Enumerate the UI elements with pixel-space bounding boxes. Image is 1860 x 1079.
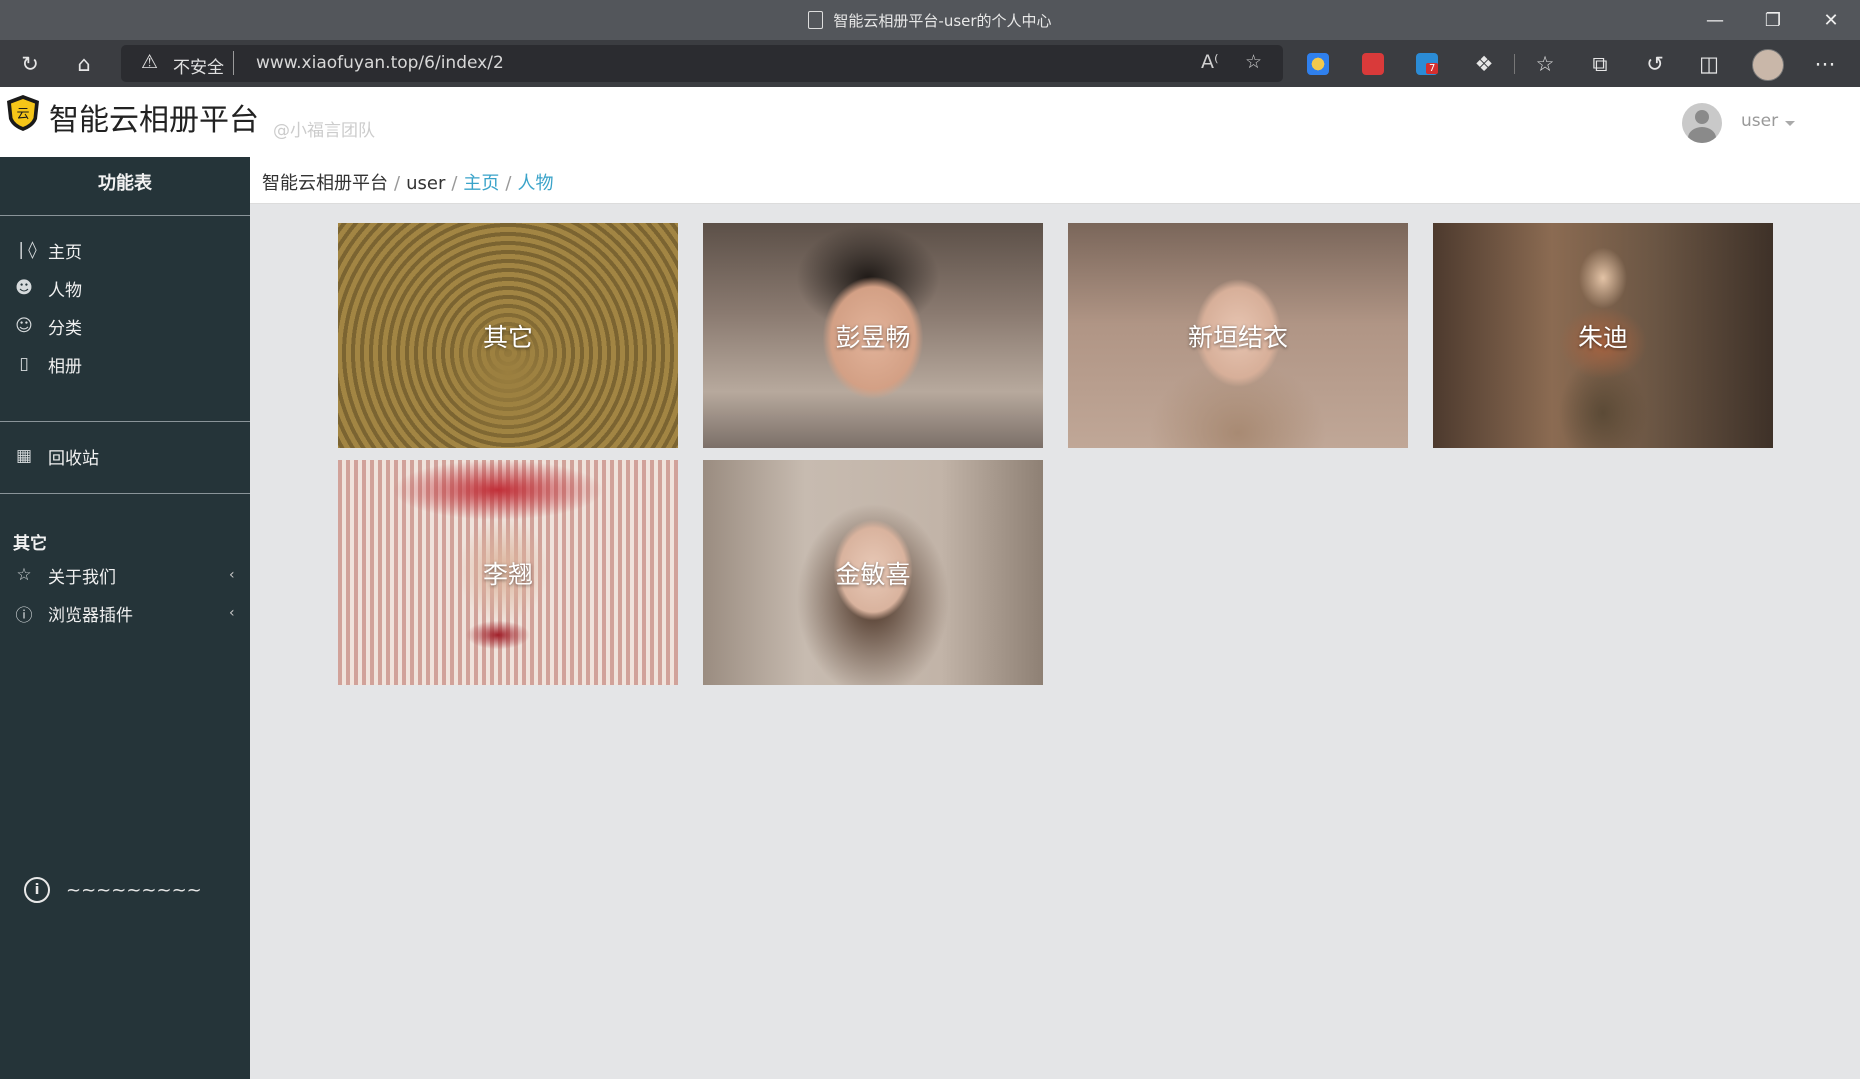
- browser-title-bar: 智能云相册平台-user的个人中心 — ❐ ✕: [0, 0, 1860, 40]
- brand-name[interactable]: 智能云相册平台: [49, 95, 259, 139]
- breadcrumb: 智能云相册平台 / user / 主页 / 人物: [262, 169, 554, 195]
- person-card-label: 新垣结衣: [1187, 323, 1288, 352]
- warning-icon: ⚠: [141, 51, 159, 73]
- sidebar-item-album[interactable]: ▯ 相册: [14, 349, 82, 379]
- extension-icon-2[interactable]: [1362, 53, 1384, 75]
- security-label[interactable]: 不安全: [173, 53, 224, 78]
- tag-icon: ❘◊: [14, 240, 37, 260]
- breadcrumb-link-people[interactable]: 人物: [518, 173, 554, 194]
- breadcrumb-separator: /: [451, 173, 458, 194]
- person-card[interactable]: 金敏喜: [703, 460, 1043, 685]
- breadcrumb-bar: 智能云相册平台 / user / 主页 / 人物: [250, 157, 1860, 204]
- album-icon: ▯: [19, 354, 29, 374]
- restore-button[interactable]: ❐: [1748, 6, 1798, 34]
- address-bar[interactable]: ⚠ 不安全 www.xiaofuyan.top/6/index/2 A⁽ ☆: [121, 45, 1283, 82]
- breadcrumb-item: user: [406, 173, 446, 194]
- address-separator: [233, 51, 234, 75]
- star-icon: ☆: [16, 565, 32, 585]
- sidebar-item-label: 浏览器插件: [48, 605, 133, 626]
- extension-icon-1[interactable]: [1307, 53, 1329, 75]
- profile-avatar[interactable]: [1752, 49, 1784, 81]
- sidebar-section-other: 其它: [13, 534, 47, 554]
- person-card-label: 其它: [482, 323, 533, 352]
- sidebar-item-people[interactable]: ☻ 人物: [14, 273, 82, 303]
- breadcrumb-separator: /: [505, 173, 512, 194]
- person-card-label: 彭昱畅: [835, 323, 911, 352]
- info-circle-icon: i: [24, 877, 50, 903]
- person-card[interactable]: 彭昱畅: [703, 223, 1043, 448]
- extensions-icon[interactable]: ❖: [1469, 49, 1499, 79]
- person-card[interactable]: 李翘: [338, 460, 678, 685]
- sidebar-divider: [0, 421, 250, 422]
- sidebar-item-label: 分类: [48, 318, 82, 339]
- tab-title: 智能云相册平台-user的个人中心: [0, 10, 1860, 31]
- smile-icon: ☺: [15, 316, 33, 336]
- sidebar-item-label: 回收站: [48, 448, 99, 469]
- sidebar-item-label: 关于我们: [48, 567, 116, 588]
- add-favorite-icon[interactable]: ☆: [1245, 51, 1262, 73]
- recycle-icon: ▦: [15, 446, 33, 466]
- extension-icon-3[interactable]: 7: [1416, 53, 1439, 75]
- breadcrumb-link-home[interactable]: 主页: [463, 173, 499, 194]
- url-text[interactable]: www.xiaofuyan.top/6/index/2: [256, 53, 504, 73]
- user-icon: ☻: [15, 278, 33, 298]
- sidebar-footer-text: ~~~~~~~~~: [66, 879, 202, 901]
- user-avatar[interactable]: [1682, 103, 1722, 143]
- person-card-label: 李翘: [482, 560, 533, 589]
- history-icon[interactable]: ↺: [1640, 49, 1670, 79]
- person-card[interactable]: 新垣结衣: [1068, 223, 1408, 448]
- chevron-left-icon: ‹: [229, 605, 235, 621]
- info-icon: ⓘ: [15, 605, 33, 626]
- sidebar-item-label: 相册: [48, 356, 82, 377]
- page-header: 云 智能云相册平台 @小福言团队 user: [0, 87, 1860, 158]
- home-icon[interactable]: ⌂: [69, 49, 99, 79]
- toolbar-separator: [1514, 54, 1515, 74]
- minimize-button[interactable]: —: [1690, 6, 1740, 34]
- sidebar-item-label: 人物: [48, 280, 82, 301]
- team-label: @小福言团队: [273, 121, 375, 141]
- browser-toolbar: ↻ ⌂ ⚠ 不安全 www.xiaofuyan.top/6/index/2 A⁽…: [0, 40, 1860, 87]
- refresh-icon[interactable]: ↻: [15, 49, 45, 79]
- document-icon: [808, 11, 824, 29]
- sidebar-item-label: 主页: [48, 242, 82, 263]
- person-card-label: 金敏喜: [835, 560, 911, 589]
- extension-badge: 7: [1426, 63, 1439, 74]
- sidebar-title: 功能表: [98, 173, 152, 194]
- close-button[interactable]: ✕: [1806, 6, 1856, 34]
- collections-icon[interactable]: ⧉: [1585, 49, 1615, 79]
- chevron-left-icon: ‹: [229, 567, 235, 583]
- breadcrumb-separator: /: [394, 173, 401, 194]
- sidebar-toggle-icon[interactable]: ◫: [1694, 49, 1724, 79]
- person-card[interactable]: 其它: [338, 223, 678, 448]
- more-icon[interactable]: ⋯: [1810, 49, 1840, 79]
- sidebar-item-recycle[interactable]: ▦ 回收站: [14, 441, 99, 471]
- sidebar-divider: [0, 493, 250, 494]
- svg-text:云: 云: [16, 107, 29, 122]
- read-aloud-icon[interactable]: A⁽: [1201, 51, 1219, 73]
- sidebar-item-about[interactable]: ☆ 关于我们 ‹: [14, 560, 234, 590]
- sidebar-item-plugin[interactable]: ⓘ 浏览器插件 ‹: [14, 598, 235, 628]
- logo-icon: 云: [7, 95, 39, 131]
- breadcrumb-item: 智能云相册平台: [262, 173, 388, 194]
- sidebar-footer: i ~~~~~~~~~: [24, 877, 202, 903]
- user-menu[interactable]: user: [1741, 111, 1778, 131]
- tab-title-text: 智能云相册平台-user的个人中心: [833, 12, 1052, 30]
- sidebar-divider: [0, 215, 250, 216]
- person-card-label: 朱迪: [1577, 323, 1628, 352]
- sidebar: 功能表 ❘◊ 主页 ☻ 人物 ☺ 分类 ▯ 相册 ▦ 回收站 其它 ☆ 关于我们 ‹ ⓘ 浏览…: [0, 157, 250, 1079]
- sidebar-item-home[interactable]: ❘◊ 主页: [14, 235, 82, 265]
- favorites-icon[interactable]: ☆: [1530, 49, 1560, 79]
- chevron-down-icon[interactable]: [1785, 121, 1795, 126]
- sidebar-item-category[interactable]: ☺ 分类: [14, 311, 82, 341]
- person-card[interactable]: 朱迪: [1433, 223, 1773, 448]
